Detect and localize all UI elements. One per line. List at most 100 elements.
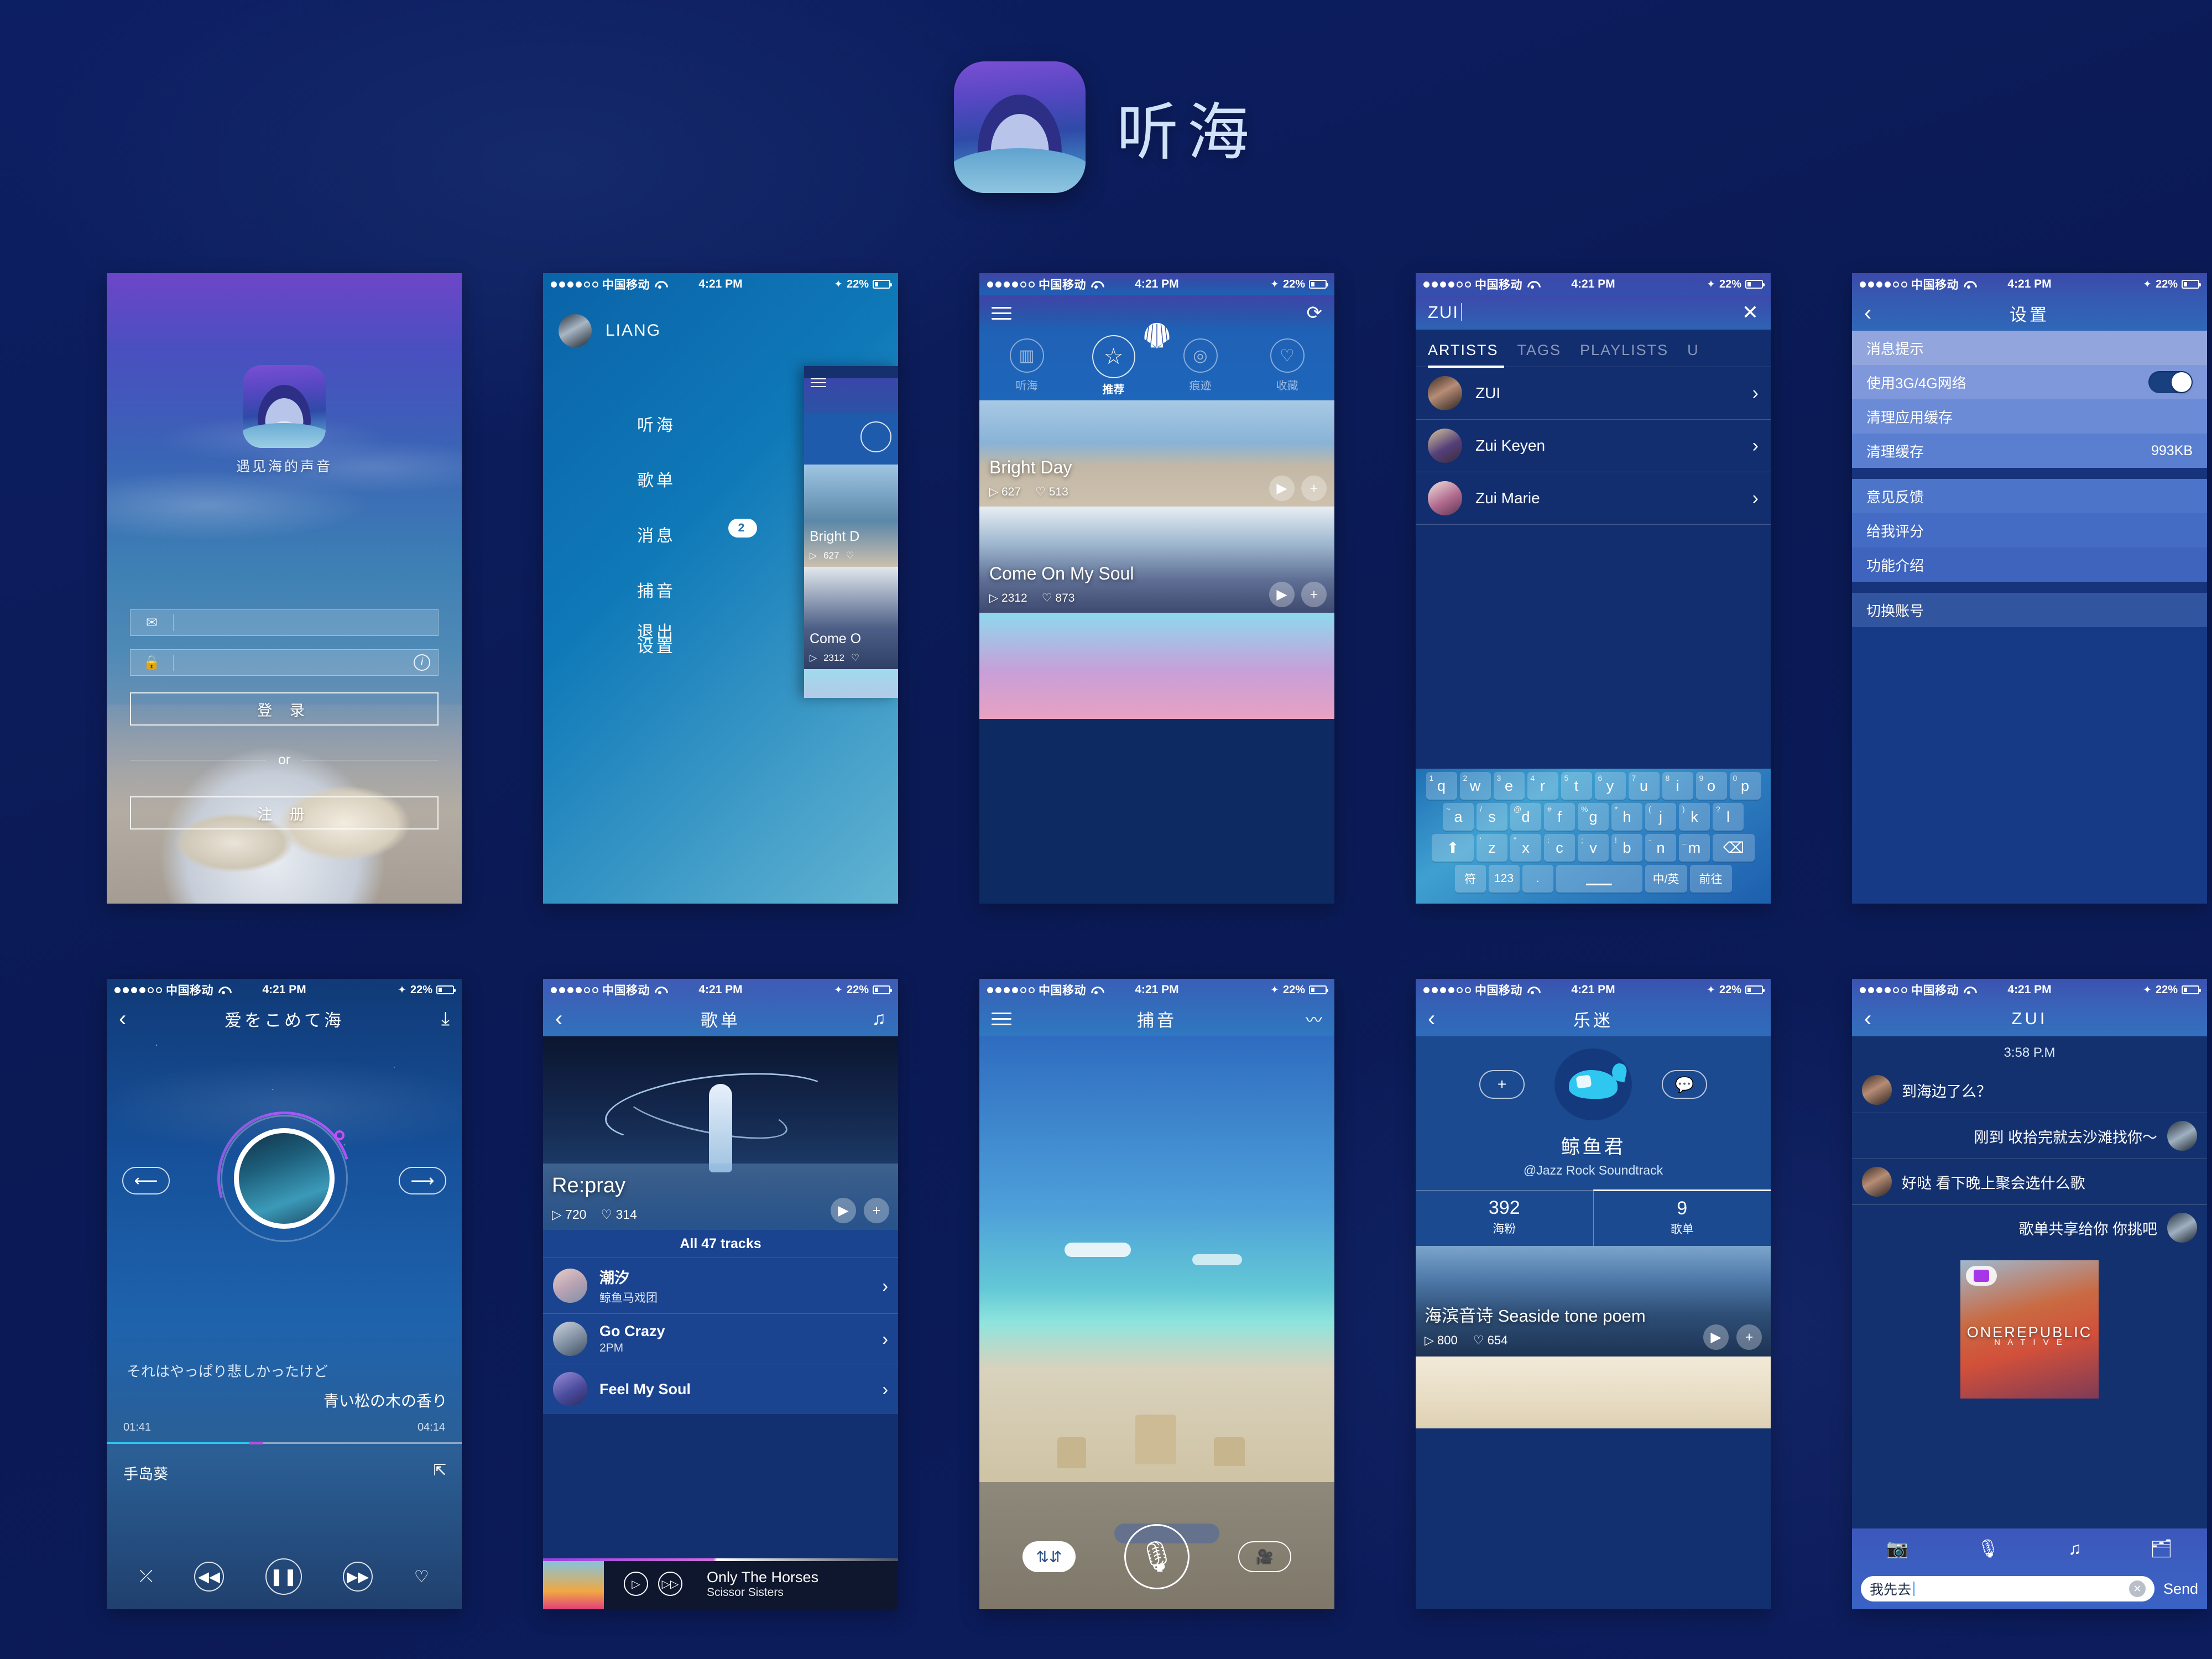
camera-icon[interactable]: 📷 <box>1886 1538 1908 1559</box>
refresh-icon[interactable]: ⟳ <box>1307 304 1323 322</box>
key-h[interactable]: * h <box>1611 803 1642 831</box>
mini-next-button[interactable]: ▷▷ <box>658 1572 682 1596</box>
key-a[interactable]: ~ a <box>1443 803 1474 831</box>
setting-row-clear-app-cache[interactable]: 清理应用缓存 <box>1852 399 2207 434</box>
send-button[interactable]: Send <box>2163 1580 2198 1598</box>
setting-row-switch-account[interactable]: 切换账号 <box>1852 593 2207 627</box>
close-icon[interactable]: ✕ <box>1742 301 1759 324</box>
drawer-peek-panel[interactable]: Bright D ▷ 627 ♡ Come O ▷ 2312 ♡ <box>804 366 898 698</box>
key-w[interactable]: 2w <box>1459 772 1491 800</box>
back-icon[interactable]: ‹ <box>1428 1008 1435 1030</box>
back-icon[interactable]: ‹ <box>119 1008 126 1030</box>
play-button[interactable]: ▶ <box>1269 476 1295 501</box>
key-b[interactable]: ! b <box>1611 834 1642 862</box>
peek-card-2[interactable]: Come O ▷ 2312 ♡ <box>804 567 898 669</box>
drawer-user[interactable]: LIANG <box>559 314 661 347</box>
pause-button[interactable]: ❚❚ <box>265 1558 302 1595</box>
mobile-data-toggle[interactable] <box>2148 371 2193 393</box>
search-result-row[interactable]: Zui Keyen › <box>1416 420 1771 472</box>
track-row[interactable]: Feel My Soul › <box>543 1364 898 1414</box>
progress-knob[interactable] <box>335 1130 345 1140</box>
equalizer-button[interactable]: ⇅⇵ <box>1022 1541 1076 1572</box>
register-button[interactable]: 注 册 <box>130 796 439 830</box>
key-c[interactable]: :c <box>1544 834 1575 862</box>
key-e[interactable]: 3e <box>1493 772 1525 800</box>
email-field[interactable]: ✉ <box>130 609 439 636</box>
shared-album-card[interactable]: ONEREPUBLIC N A T I V E <box>1960 1260 2099 1399</box>
play-button[interactable]: ▶ <box>1269 582 1295 607</box>
message-button[interactable]: 💬 <box>1662 1070 1707 1099</box>
microphone-icon[interactable]: 🎙 <box>1977 1538 2000 1559</box>
follow-button[interactable]: + <box>1479 1070 1525 1099</box>
key-i[interactable]: 8i <box>1662 772 1693 800</box>
peek-card-3[interactable] <box>804 669 898 698</box>
tab-playlists[interactable]: PLAYLISTS <box>1580 342 1668 359</box>
key-p[interactable]: 0p <box>1729 772 1761 800</box>
mini-play-button[interactable]: ▷ <box>624 1572 648 1596</box>
search-bar[interactable]: ZUI ✕ <box>1416 295 1771 330</box>
key-q[interactable]: 1q <box>1426 772 1457 800</box>
back-icon[interactable]: ‹ <box>1864 302 1871 324</box>
seek-bar[interactable] <box>107 1442 462 1444</box>
clear-icon[interactable]: ✕ <box>2128 1580 2146 1597</box>
tab-tags[interactable]: TAGS <box>1517 342 1562 359</box>
search-input[interactable]: ZUI <box>1428 302 1462 322</box>
tab-favorites[interactable]: ♡ 收藏 <box>1246 338 1328 393</box>
music-note-icon[interactable]: ♫ <box>872 1009 886 1028</box>
sidebar-item-messages[interactable]: 消息 2 <box>637 519 757 546</box>
key-j[interactable]: (j <box>1645 803 1676 831</box>
microphone-button[interactable]: 🎙 <box>1124 1524 1190 1589</box>
play-button[interactable]: ▶ <box>831 1198 856 1223</box>
sidebar-item-tinghai[interactable]: 听海 <box>637 411 676 436</box>
space-key[interactable]: ▁▁▁ <box>1556 865 1642 893</box>
feed-card-come-on-my-soul[interactable]: Come On My Soul ▷ 2312 ♡ 873 ▶ + <box>979 507 1334 613</box>
search-result-row[interactable]: Zui Marie › <box>1416 472 1771 525</box>
hamburger-icon[interactable] <box>992 303 1011 324</box>
backspace-key[interactable]: ⌫ <box>1713 834 1755 862</box>
setting-row-rate[interactable]: 给我评分 <box>1852 513 2207 547</box>
setting-row-feedback[interactable]: 意见反馈 <box>1852 479 2207 513</box>
download-icon[interactable]: ⤓ <box>441 1009 450 1028</box>
play-button[interactable]: ▶ <box>1703 1324 1729 1350</box>
track-row[interactable]: Go Crazy 2PM › <box>543 1313 898 1364</box>
key-g[interactable]: % g <box>1578 803 1609 831</box>
previous-button[interactable]: ◀◀ <box>194 1562 224 1592</box>
key-y[interactable]: 6y <box>1594 772 1626 800</box>
key-n[interactable]: -n <box>1645 834 1676 862</box>
back-icon[interactable]: ‹ <box>1864 1008 1871 1030</box>
login-button[interactable]: 登 录 <box>130 692 439 726</box>
tab-tinghai[interactable]: ▥ 听海 <box>986 338 1067 393</box>
key-k[interactable]: ) k <box>1679 803 1710 831</box>
setting-row-notifications[interactable]: 消息提示 <box>1852 331 2207 365</box>
profile-card-2[interactable] <box>1416 1357 1771 1428</box>
mini-player[interactable]: ▷ ▷▷ Only The Horses Scissor Sisters <box>543 1558 898 1609</box>
symbol-key[interactable]: 符 <box>1454 865 1486 893</box>
numeric-key[interactable]: 123 <box>1488 865 1520 893</box>
info-icon[interactable]: i <box>414 654 430 671</box>
sidebar-item-exit[interactable]: 退出 <box>637 618 676 643</box>
add-button[interactable]: + <box>1736 1324 1762 1350</box>
add-button[interactable]: + <box>1301 582 1327 607</box>
profile-card-seaside[interactable]: 海滨音诗 Seaside tone poem ▷ 800 ♡ 654 ▶ + <box>1416 1246 1771 1357</box>
album-disc[interactable] <box>194 1088 375 1269</box>
video-button[interactable]: 🎥 <box>1238 1541 1291 1572</box>
key-m[interactable]: _ m <box>1679 834 1710 862</box>
period-key[interactable]: . <box>1522 865 1553 893</box>
back-icon[interactable]: ‹ <box>555 1008 562 1030</box>
shift-key[interactable]: ⬆ <box>1432 834 1474 862</box>
key-u[interactable]: 7u <box>1628 772 1660 800</box>
waveform-icon[interactable]: 〰 <box>1306 1006 1322 1031</box>
key-v[interactable]: ; v <box>1578 834 1609 862</box>
music-note-icon[interactable]: ♫ <box>2068 1538 2081 1559</box>
key-l[interactable]: ? l <box>1713 803 1744 831</box>
key-r[interactable]: 4r <box>1527 772 1558 800</box>
key-d[interactable]: @ d <box>1510 803 1541 831</box>
password-field[interactable]: 🔒 i <box>130 649 439 676</box>
prev-arrow-button[interactable]: ⟵ <box>122 1167 170 1194</box>
key-z[interactable]: ' z <box>1477 834 1507 862</box>
heart-icon[interactable]: ♡ <box>414 1567 429 1587</box>
sidebar-item-playlist[interactable]: 歌单 <box>637 467 676 491</box>
stat-playlists[interactable]: 9 歌单 <box>1593 1190 1771 1246</box>
peek-card-1[interactable]: Bright D ▷ 627 ♡ <box>804 465 898 567</box>
add-button[interactable]: + <box>1301 476 1327 501</box>
